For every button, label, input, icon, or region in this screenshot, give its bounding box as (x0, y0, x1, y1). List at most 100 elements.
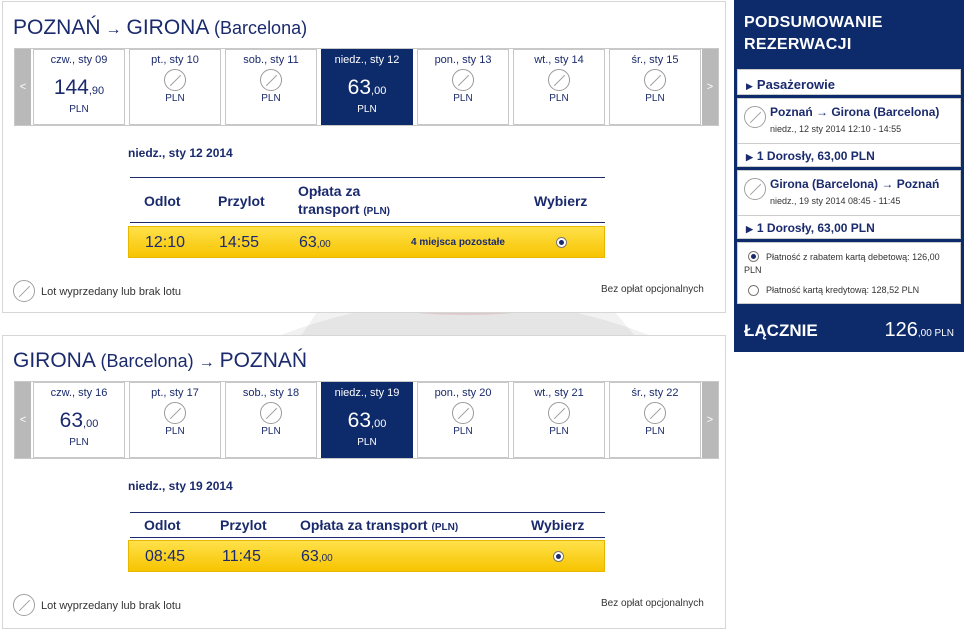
payment-debit-label: Płatność z rabatem kartą debetową: 126,0… (744, 252, 940, 275)
sold-out-plane-icon (13, 280, 35, 302)
outbound-flight-panel: POZNAŃ → GIRONA (Barcelona) < > czw., sty … (2, 1, 726, 313)
currency-label: PLN (165, 426, 185, 437)
date-cell-5[interactable]: wt., sty 21 PLN (513, 382, 605, 458)
date-cell-4[interactable]: pon., sty 20 PLN (417, 382, 509, 458)
no-flight-plane-icon (260, 402, 282, 424)
currency-label: PLN (165, 93, 185, 104)
no-flight-plane-icon (164, 402, 186, 424)
leg1-fare-toggle[interactable]: ▶ 1 Dorosły, 63,00 PLN (746, 149, 875, 163)
passengers-toggle[interactable]: ▶ Pasażerowie (737, 69, 961, 95)
currency-label: PLN (357, 104, 377, 115)
outbound-prev-dates-button[interactable]: < (15, 49, 31, 125)
no-flight-plane-icon (548, 69, 570, 91)
date-price: 63,00 (347, 409, 387, 432)
summary-title: PODSUMOWANIE REZERWACJI (744, 14, 883, 53)
currency-label: PLN (453, 426, 473, 437)
payment-credit-label: Płatność kartą kredytową: 128,52 PLN (766, 285, 920, 295)
no-flight-plane-icon (164, 69, 186, 91)
inbound-flight-select-radio[interactable] (553, 551, 564, 562)
inbound-flight-panel: GIRONA (Barcelona) → POZNAŃ < > czw., sty … (2, 335, 726, 629)
date-cell-3[interactable]: niedz., sty 12 63,00 PLN (321, 49, 413, 125)
outbound-selected-date: niedz., sty 12 2014 (128, 146, 233, 160)
date-cell-0[interactable]: czw., sty 16 63,00 PLN (33, 382, 125, 458)
currency-label: PLN (645, 93, 665, 104)
booking-summary-sidebar: PODSUMOWANIE REZERWACJI ▶ Pasażerowie Pozn… (734, 0, 964, 352)
fare-info: Bez opłat opcjonalnych (601, 598, 704, 609)
header-oplata: Opłata za transport (PLN) (300, 517, 459, 533)
total-label: ŁĄCZNIE (744, 321, 818, 340)
summary-leg-inbound: Girona (Barcelona) → Poznań niedz., 19 s… (737, 170, 961, 239)
leg2-route: Girona (Barcelona) → Poznań (770, 177, 940, 191)
inbound-route-title: GIRONA (Barcelona) → POZNAŃ (13, 349, 308, 372)
header-divider (130, 537, 605, 538)
total-price-bar: ŁĄCZNIE 126,00 PLN (734, 313, 964, 352)
expand-triangle-icon: ▶ (746, 81, 753, 91)
inbound-next-dates-button[interactable]: > (702, 382, 718, 458)
flight-price: 63,00 (299, 234, 331, 251)
date-price: 144,90 (53, 76, 105, 99)
currency-label: PLN (549, 93, 569, 104)
depart-time: 08:45 (145, 548, 186, 565)
inbound-flight-row[interactable]: 08:45 11:45 63,00 (128, 540, 605, 572)
date-label: niedz., sty 12 (334, 54, 400, 66)
no-flight-plane-icon (644, 402, 666, 424)
no-flight-plane-icon (644, 69, 666, 91)
header-oplata: Opłata za transport (PLN) (298, 183, 391, 217)
leg2-fare-toggle[interactable]: ▶ 1 Dorosły, 63,00 PLN (746, 221, 875, 235)
currency-label: PLN (261, 93, 281, 104)
inbound-date-carousel: < > czw., sty 16 63,00 PLN pt., sty 17 PLN so… (14, 381, 719, 459)
outbound-next-dates-button[interactable]: > (702, 49, 718, 125)
date-label: pt., sty 10 (151, 54, 199, 66)
plane-icon (744, 178, 766, 200)
date-label: pon., sty 13 (434, 54, 492, 66)
header-divider (130, 222, 605, 223)
inbound-prev-dates-button[interactable]: < (15, 382, 31, 458)
currency-label: PLN (261, 426, 281, 437)
currency-label: PLN (453, 93, 473, 104)
currency-label: PLN (549, 426, 569, 437)
outbound-flight-row[interactable]: 12:10 14:55 63,00 4 miejsca pozostałe (128, 226, 605, 258)
inbound-selected-date: niedz., sty 19 2014 (128, 479, 233, 493)
arrive-time: 11:45 (222, 548, 261, 565)
date-label: śr., sty 22 (631, 387, 679, 399)
currency-label: PLN (69, 104, 89, 115)
date-label: czw., sty 09 (50, 54, 108, 66)
outbound-flight-select-radio[interactable] (556, 237, 567, 248)
header-przylot: Przylot (218, 193, 265, 209)
payment-credit-radio[interactable] (748, 285, 759, 296)
sold-out-plane-icon (13, 594, 35, 616)
date-price: 63,00 (59, 409, 99, 432)
fare-info: Bez opłat opcjonalnych (601, 284, 704, 295)
outbound-date-carousel: < > czw., sty 09 144,90 PLN pt., sty 10 PLN s… (14, 48, 719, 126)
leg2-details: niedz., 19 sty 2014 08:45 - 11:45 (770, 196, 901, 206)
date-cell-2[interactable]: sob., sty 11 PLN (225, 49, 317, 125)
date-label: czw., sty 16 (50, 387, 108, 399)
no-flight-plane-icon (260, 69, 282, 91)
date-label: śr., sty 15 (631, 54, 679, 66)
flight-price: 63,00 (301, 548, 333, 565)
date-cell-1[interactable]: pt., sty 17 PLN (129, 382, 221, 458)
payment-options: Płatność z rabatem kartą debetową: 126,0… (737, 242, 961, 304)
header-wybierz: Wybierz (531, 517, 585, 533)
date-label: pt., sty 17 (151, 387, 199, 399)
date-label: niedz., sty 19 (334, 387, 400, 399)
date-cell-3[interactable]: niedz., sty 19 63,00 PLN (321, 382, 413, 458)
date-cell-6[interactable]: śr., sty 15 PLN (609, 49, 701, 125)
date-cell-5[interactable]: wt., sty 14 PLN (513, 49, 605, 125)
currency-label: PLN (357, 437, 377, 448)
sold-out-legend: Lot wyprzedany lub brak lotu (41, 286, 182, 298)
leg1-route: Poznań → Girona (Barcelona) (770, 105, 940, 119)
date-cell-0[interactable]: czw., sty 09 144,90 PLN (33, 49, 125, 125)
date-label: wt., sty 14 (534, 54, 584, 66)
no-flight-plane-icon (548, 402, 570, 424)
seats-left: 4 miejsca pozostałe (411, 237, 505, 248)
date-cell-2[interactable]: sob., sty 18 PLN (225, 382, 317, 458)
date-cell-1[interactable]: pt., sty 10 PLN (129, 49, 221, 125)
sold-out-legend: Lot wyprzedany lub brak lotu (41, 600, 182, 612)
date-cell-6[interactable]: śr., sty 22 PLN (609, 382, 701, 458)
date-label: sob., sty 18 (242, 387, 300, 399)
date-cell-4[interactable]: pon., sty 13 PLN (417, 49, 509, 125)
arrive-time: 14:55 (219, 234, 260, 251)
total-value: 126,00 PLN (884, 319, 954, 341)
outbound-route-title: POZNAŃ → GIRONA (Barcelona) (13, 16, 308, 39)
